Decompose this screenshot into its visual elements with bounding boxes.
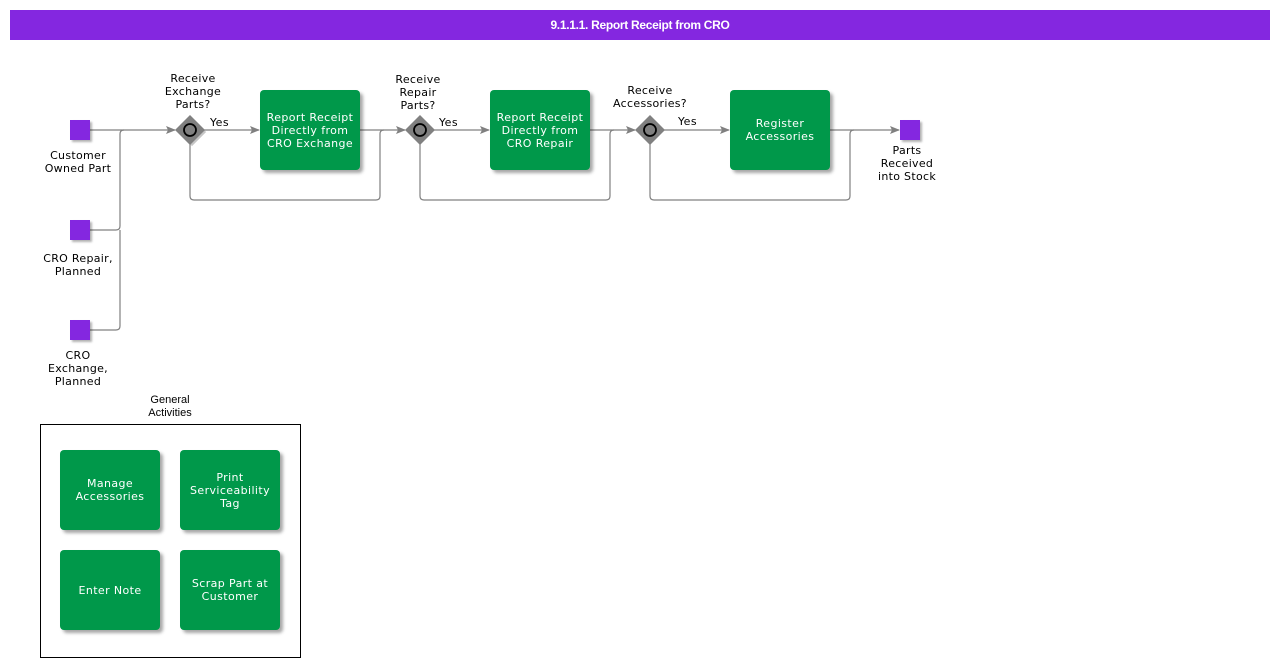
gateway-3[interactable] <box>635 115 665 145</box>
task-register-accessories[interactable]: Register Accessories <box>730 90 830 170</box>
task-label: Report Receipt Directly from CRO Exchang… <box>266 110 354 150</box>
circle-gateway-icon <box>413 123 427 137</box>
start-event-label: CRO Exchange, Planned <box>48 349 108 388</box>
task-label: Print Serviceability Tag <box>190 470 270 510</box>
gateway-2[interactable] <box>405 115 435 145</box>
yes-label: Yes <box>678 115 697 128</box>
task-scrap-part-at-customer[interactable]: Scrap Part at Customer <box>180 550 280 630</box>
start-event-cro-repair-planned[interactable] <box>70 220 90 240</box>
task-print-serviceability-tag[interactable]: Print Serviceability Tag <box>180 450 280 530</box>
end-event-parts-received[interactable] <box>900 120 920 140</box>
task-label: Register Accessories <box>745 117 815 143</box>
task-manage-accessories[interactable]: Manage Accessories <box>60 450 160 530</box>
gateway-1[interactable] <box>175 115 207 147</box>
circle-gateway-icon <box>643 123 657 137</box>
start-event-customer-owned-part[interactable] <box>70 120 90 140</box>
flow-cro-repair <box>90 129 125 231</box>
task-label: Report Receipt Directly from CRO Repair <box>496 110 584 150</box>
task-report-receipt-cro-repair[interactable]: Report Receipt Directly from CRO Repair <box>490 90 590 170</box>
task-label: Manage Accessories <box>75 477 145 503</box>
gateway-label: Receive Accessories? <box>613 84 687 110</box>
circle-gateway-icon <box>183 123 197 137</box>
yes-label: Yes <box>210 116 229 129</box>
gateway-label: Receive Repair Parts? <box>395 73 441 112</box>
start-event-label: Customer Owned Part <box>44 149 112 175</box>
group-label: General Activities <box>148 394 192 419</box>
start-event-label: CRO Repair, Planned <box>43 252 113 278</box>
end-event-label: Parts Received into Stock <box>877 144 936 183</box>
yes-label: Yes <box>439 116 458 129</box>
task-report-receipt-cro-exchange[interactable]: Report Receipt Directly from CRO Exchang… <box>260 90 360 170</box>
task-enter-note[interactable]: Enter Note <box>60 550 160 630</box>
gateway-label: Receive Exchange Parts? <box>164 72 222 111</box>
task-label: Scrap Part at Customer <box>191 577 269 603</box>
flow-cro-exchange <box>90 230 121 331</box>
task-label: Enter Note <box>78 583 142 597</box>
start-event-cro-exchange-planned[interactable] <box>70 320 90 340</box>
